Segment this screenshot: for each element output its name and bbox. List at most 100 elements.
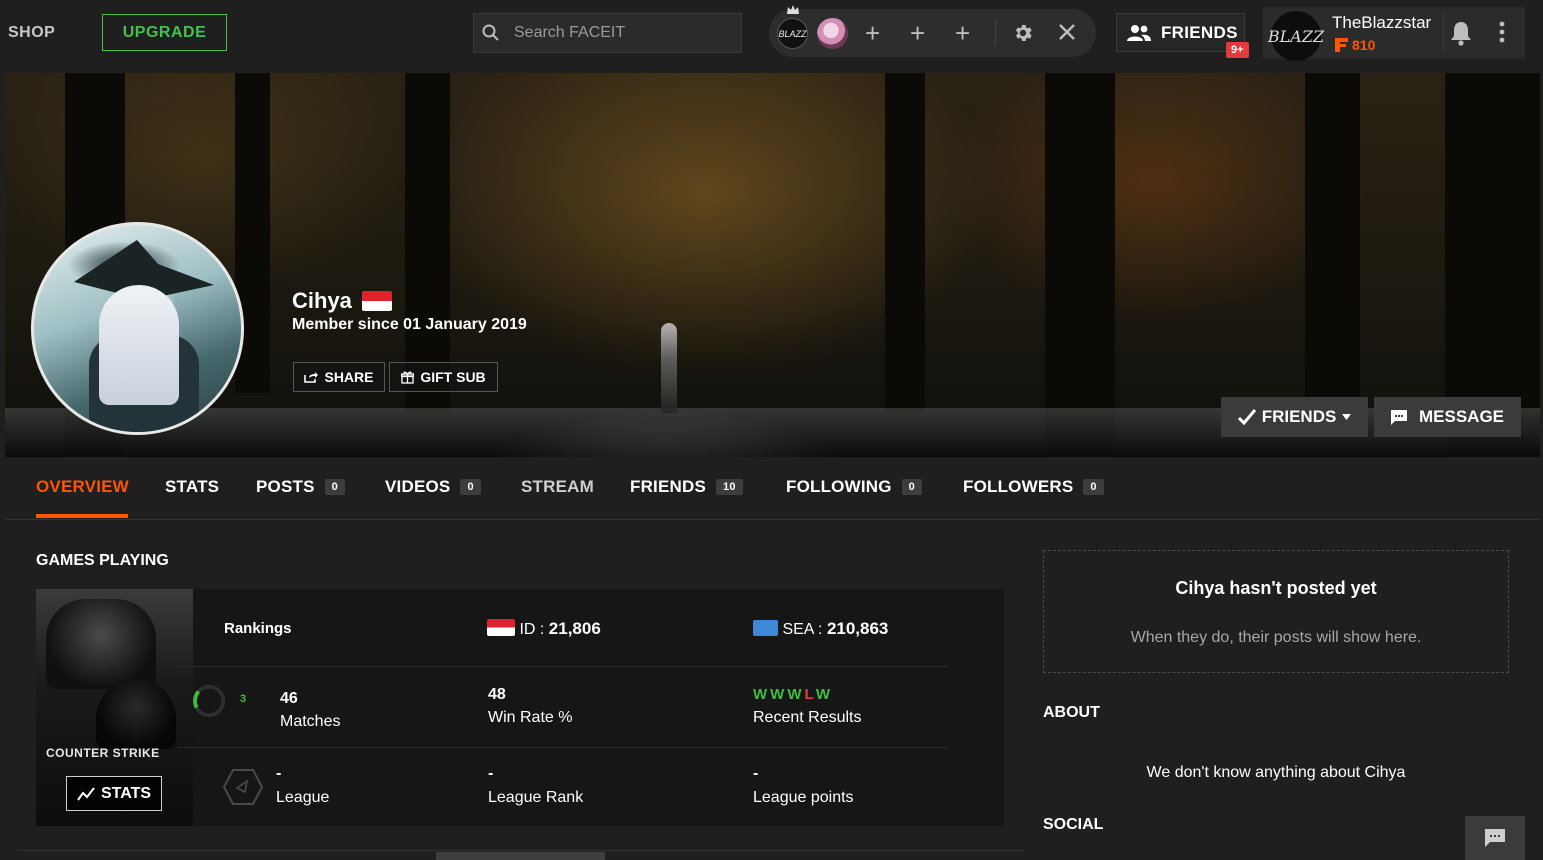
user-menu[interactable]: BLAZZ TheBlazzstar 810 — [1263, 7, 1525, 61]
tab-friends[interactable]: FRIENDS 10 — [630, 477, 743, 497]
share-button[interactable]: SHARE — [293, 362, 385, 392]
user-divider — [1443, 13, 1444, 53]
share-icon — [304, 372, 319, 383]
cover-soldier — [96, 679, 176, 749]
user-name[interactable]: TheBlazzstar — [1332, 13, 1431, 33]
add-party-member-icon[interactable]: + — [865, 20, 880, 46]
league-rank-label: League Rank — [488, 789, 584, 806]
game-stats-label: STATS — [100, 784, 152, 802]
tab-label: STATS — [165, 477, 220, 496]
about-text: We don't know anything about Cihya — [1146, 764, 1406, 781]
message-button[interactable]: MESSAGE — [1374, 397, 1521, 437]
user-points-value: 810 — [1352, 37, 1376, 53]
user-avatar[interactable]: BLAZZ — [1268, 11, 1324, 61]
party-leader-avatar[interactable]: BLAZZ — [777, 18, 808, 49]
tab-label: VIDEOS — [385, 477, 451, 496]
chat-button[interactable] — [1465, 816, 1525, 860]
tab-overview[interactable]: OVERVIEW — [36, 477, 129, 497]
tab-followers[interactable]: FOLLOWERS 0 — [963, 477, 1104, 497]
country-ranking-value: 21,806 — [548, 619, 601, 638]
league-label: League — [276, 789, 330, 806]
result-win: W — [770, 686, 788, 703]
gift-sub-button[interactable]: GIFT SUB — [389, 362, 498, 392]
result-loss: L — [804, 686, 816, 703]
winrate-value: 48 — [488, 686, 506, 703]
profile-name: Cihya — [292, 288, 392, 314]
winrate-label: Win Rate % — [488, 709, 573, 726]
result-win: W — [787, 686, 805, 703]
top-navigation-bar: SHOP UPGRADE BLAZZ + + + FRIENDS 9+ BLAZ… — [0, 0, 1543, 66]
tab-stats[interactable]: STATS — [165, 477, 219, 497]
rankings-label: Rankings — [224, 620, 292, 637]
party-divider — [995, 20, 996, 46]
recent-results-label: Recent Results — [753, 709, 862, 726]
about-heading: ABOUT — [1043, 704, 1100, 721]
league-value: - — [276, 765, 282, 782]
message-icon — [1390, 409, 1407, 425]
gear-icon[interactable] — [1012, 22, 1034, 44]
friends-button-label: FRIENDS — [1161, 22, 1238, 42]
tab-stream[interactable]: STREAM — [521, 477, 594, 497]
matches-value: 46 — [280, 690, 298, 707]
games-playing-heading: GAMES PLAYING — [36, 552, 169, 569]
party-bar: BLAZZ + + + — [769, 5, 1096, 57]
region-flag-icon — [753, 620, 778, 636]
tab-following[interactable]: FOLLOWING 0 — [786, 477, 922, 497]
add-party-member-icon[interactable]: + — [910, 20, 925, 46]
region-ranking: SEA : 210,863 — [753, 619, 888, 639]
game-cover-image[interactable]: COUNTER STRIKE STATS — [36, 589, 193, 826]
tab-videos[interactable]: VIDEOS 0 — [385, 477, 481, 497]
checkmark-icon — [1237, 409, 1256, 425]
faceit-points-icon — [1335, 38, 1348, 52]
row-divider — [178, 747, 948, 748]
tab-label: FOLLOWING — [786, 477, 892, 496]
matches-label: Matches — [280, 713, 341, 730]
add-party-member-icon[interactable]: + — [955, 20, 970, 46]
league-points-label: League points — [753, 789, 854, 806]
user-points: 810 — [1335, 37, 1375, 53]
gift-sub-label: GIFT SUB — [420, 369, 486, 385]
tab-count-badge: 10 — [716, 479, 743, 495]
active-tab-indicator — [36, 514, 128, 518]
game-stats-button[interactable]: STATS — [66, 776, 162, 811]
banner-figure — [661, 323, 677, 413]
member-since: Member since 01 January 2019 — [292, 316, 527, 333]
shop-link[interactable]: SHOP — [8, 24, 55, 42]
tab-label: FRIENDS — [630, 477, 707, 496]
skill-level-value: 3 — [240, 693, 247, 705]
tab-label: POSTS — [256, 477, 315, 496]
search-input[interactable] — [514, 24, 724, 42]
skill-level-icon — [192, 684, 226, 718]
party-member-avatar[interactable] — [817, 18, 848, 49]
horizontal-scrollbar-thumb[interactable] — [436, 852, 605, 860]
tab-label: FOLLOWERS — [963, 477, 1074, 496]
cover-soldier — [46, 599, 156, 689]
league-icon — [223, 769, 263, 805]
profile-tabs: OVERVIEW STATS POSTS 0 VIDEOS 0 STREAM F… — [5, 457, 1540, 520]
empty-posts-title: Cihya hasn't posted yet — [1175, 578, 1377, 598]
recent-results: WWWLW — [753, 686, 833, 703]
crown-icon — [787, 5, 799, 14]
region-ranking-label: SEA : — [782, 621, 823, 638]
league-rank-value: - — [488, 765, 494, 782]
friends-status-label: FRIENDS — [1261, 407, 1337, 426]
message-label: MESSAGE — [1418, 407, 1505, 426]
share-label: SHARE — [324, 369, 374, 385]
row-divider — [178, 666, 948, 667]
bell-icon[interactable] — [1450, 20, 1472, 46]
upgrade-button[interactable]: UPGRADE — [102, 14, 227, 51]
close-icon[interactable] — [1057, 22, 1077, 42]
banner-tree — [1045, 73, 1115, 457]
banner-tree — [885, 73, 925, 413]
profile-name-text: Cihya — [292, 288, 352, 313]
search-icon — [482, 24, 499, 41]
more-options-icon[interactable] — [1499, 21, 1505, 43]
empty-posts-subtitle: When they do, their posts will show here… — [1130, 629, 1422, 646]
tab-posts[interactable]: POSTS 0 — [256, 477, 345, 497]
country-flag-icon — [361, 291, 392, 311]
search-box[interactable] — [473, 13, 742, 53]
tab-label: STREAM — [521, 477, 594, 496]
social-heading: SOCIAL — [1043, 816, 1104, 833]
friends-status-button[interactable]: FRIENDS — [1221, 397, 1368, 437]
friends-notification-badge: 9+ — [1226, 42, 1249, 58]
